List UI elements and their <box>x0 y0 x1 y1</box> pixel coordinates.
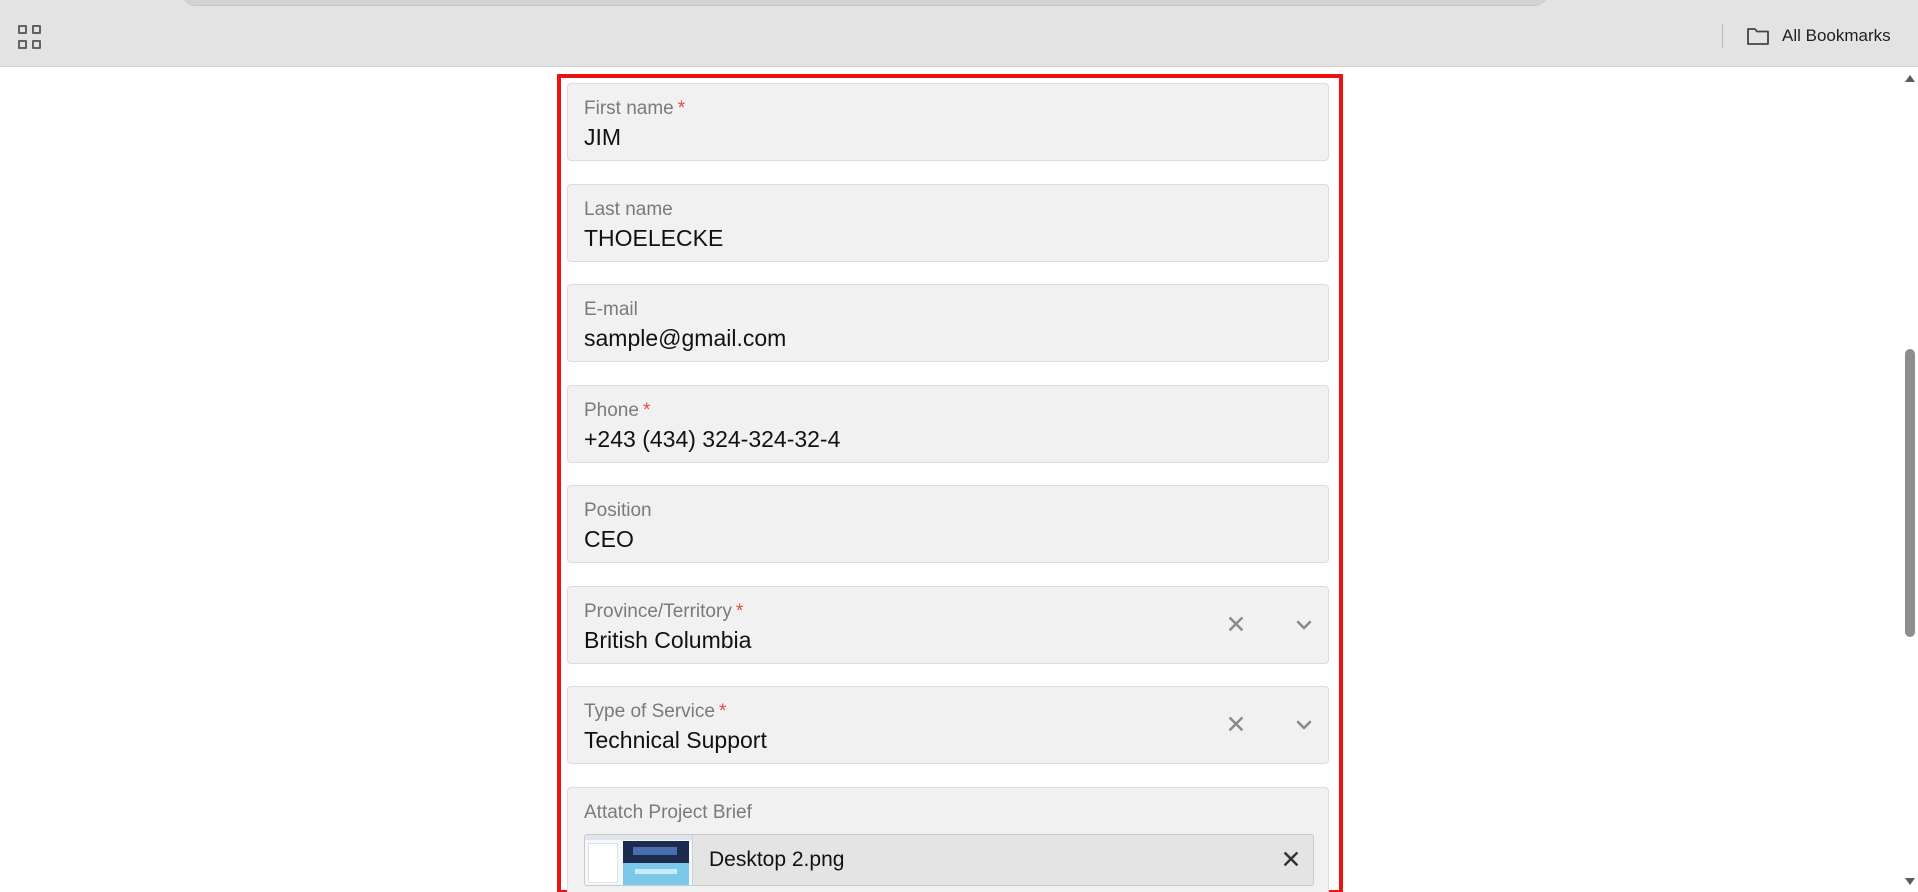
apps-grid-icon[interactable] <box>18 25 42 49</box>
phone-field[interactable]: Phone * +243 (434) 324-324-32-4 <box>567 385 1329 463</box>
position-value: CEO <box>584 526 634 552</box>
toolbar-divider <box>1722 24 1723 48</box>
email-value: sample@gmail.com <box>584 325 787 351</box>
last-name-value: THOELECKE <box>584 225 724 251</box>
email-field[interactable]: E-mail sample@gmail.com <box>567 284 1329 362</box>
position-field[interactable]: Position CEO <box>567 485 1329 563</box>
clear-province-icon[interactable]: ✕ <box>1222 611 1250 639</box>
chevron-down-icon[interactable] <box>1292 613 1316 637</box>
first-name-field[interactable]: First name * JIM <box>567 83 1329 161</box>
scrollbar-thumb[interactable] <box>1905 349 1915 637</box>
project-brief-upload[interactable]: Attatch Project Brief Desktop 2.png ✕ <box>567 787 1329 892</box>
service-type-label: Type of Service * <box>584 701 727 722</box>
clear-service-icon[interactable]: ✕ <box>1222 711 1250 739</box>
required-asterisk: * <box>677 98 686 119</box>
attached-file[interactable]: Desktop 2.png ✕ <box>584 834 1314 886</box>
file-thumbnail <box>585 835 693 885</box>
province-value: British Columbia <box>584 627 752 653</box>
first-name-label: First name * <box>584 98 686 119</box>
last-name-label: Last name <box>584 199 673 220</box>
chevron-down-icon[interactable] <box>1292 713 1316 737</box>
position-label: Position <box>584 500 652 521</box>
required-asterisk: * <box>735 601 744 622</box>
service-type-select[interactable]: Type of Service * Technical Support ✕ <box>567 686 1329 764</box>
required-asterisk: * <box>718 701 727 722</box>
browser-toolbar: All Bookmarks <box>0 0 1918 67</box>
province-label: Province/Territory * <box>584 601 744 622</box>
phone-label: Phone * <box>584 400 651 421</box>
folder-icon <box>1747 28 1769 45</box>
address-bar[interactable] <box>182 0 1548 6</box>
all-bookmarks-button[interactable]: All Bookmarks <box>1746 22 1891 50</box>
project-brief-label: Attatch Project Brief <box>584 802 752 823</box>
file-name: Desktop 2.png <box>709 848 845 871</box>
phone-value: +243 (434) 324-324-32-4 <box>584 426 841 452</box>
required-asterisk: * <box>642 400 651 421</box>
scroll-up-arrow-icon[interactable] <box>1905 75 1915 82</box>
province-select[interactable]: Province/Territory * British Columbia ✕ <box>567 586 1329 664</box>
remove-file-icon[interactable]: ✕ <box>1277 846 1305 874</box>
vertical-scrollbar[interactable] <box>1902 67 1918 892</box>
service-type-value: Technical Support <box>584 727 767 753</box>
last-name-field[interactable]: Last name THOELECKE <box>567 184 1329 262</box>
all-bookmarks-label: All Bookmarks <box>1782 26 1891 45</box>
email-label: E-mail <box>584 299 638 320</box>
first-name-value: JIM <box>584 124 622 150</box>
scroll-down-arrow-icon[interactable] <box>1905 878 1915 885</box>
